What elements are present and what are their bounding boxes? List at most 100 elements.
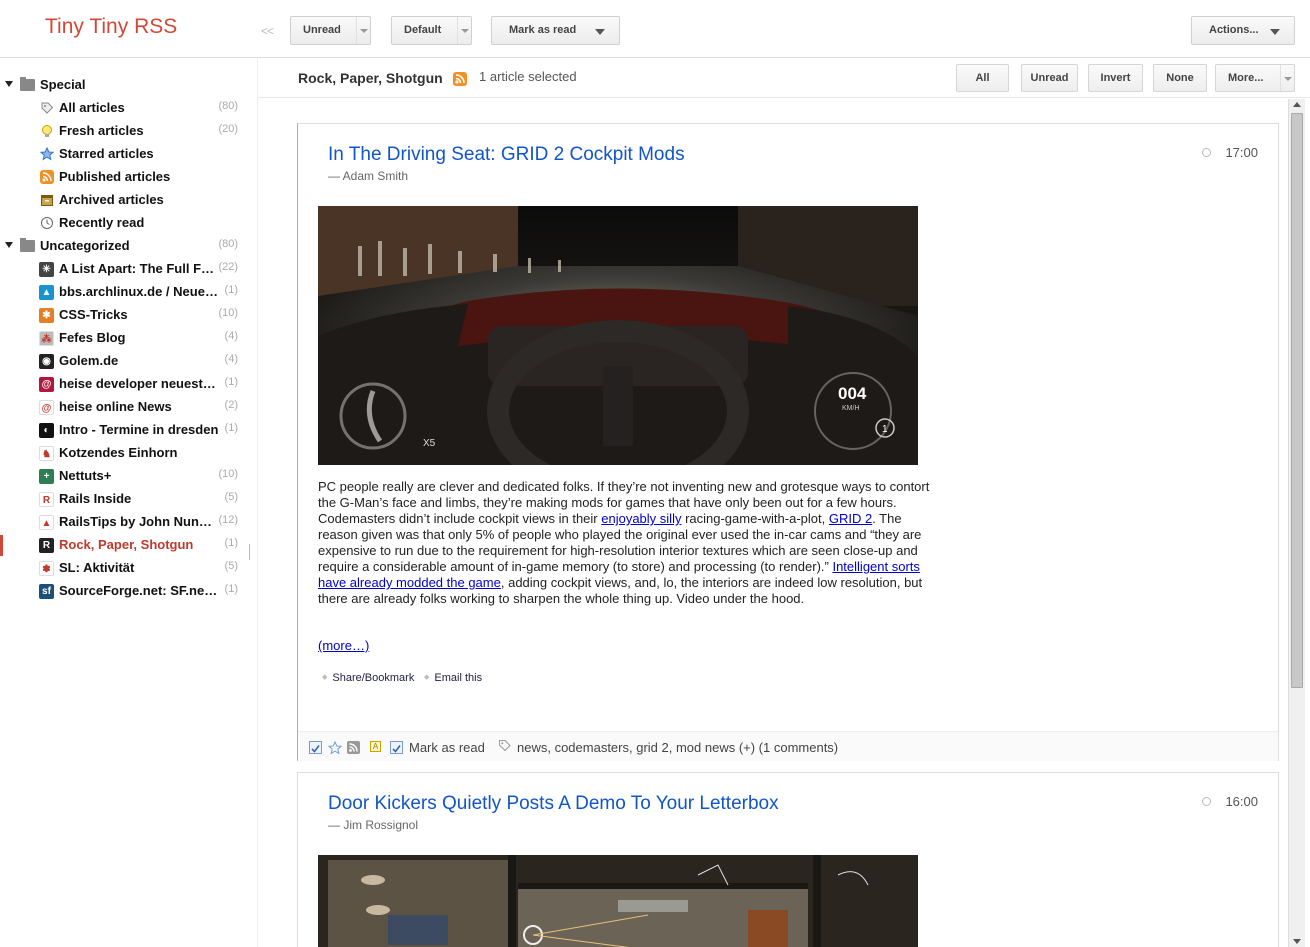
- header: Tiny Tiny RSS << Unread Default Mark as …: [0, 0, 1310, 58]
- category-uncategorized[interactable]: Uncategorized (80): [0, 235, 258, 258]
- more-label: More...: [1228, 72, 1264, 84]
- more-actions-button[interactable]: More...: [1215, 64, 1295, 92]
- read-more-link[interactable]: (more…): [318, 638, 369, 653]
- score-icon[interactable]: A: [370, 741, 381, 752]
- expand-icon[interactable]: [5, 81, 13, 87]
- feed-favicon-icon: @: [39, 377, 54, 392]
- view-mode-dropdown[interactable]: Unread: [290, 16, 371, 45]
- feed-label: heise developer neueste Meldungen: [59, 376, 219, 391]
- unread-count: (4): [224, 353, 238, 365]
- unread-count: (10): [218, 468, 238, 480]
- feed-item[interactable]: ✽ SL: Aktivität (5): [0, 557, 258, 580]
- special-feed-item[interactable]: Recently read: [0, 212, 258, 235]
- unread-count: (10): [218, 307, 238, 319]
- feed-item[interactable]: @ heise online News (2): [0, 396, 258, 419]
- special-feed-item[interactable]: Published articles: [0, 166, 258, 189]
- article-link[interactable]: enjoyably silly: [601, 511, 681, 526]
- content-scrollbar[interactable]: [1288, 99, 1305, 947]
- scrollbar-thumb[interactable]: [1291, 113, 1303, 688]
- special-feed-item[interactable]: Archived articles: [0, 189, 258, 212]
- chevron-down-icon: [1280, 65, 1294, 91]
- collapse-sidebar-button[interactable]: <<: [261, 24, 274, 38]
- actions-dropdown[interactable]: Actions...: [1191, 16, 1295, 45]
- feed-item[interactable]: ▲ bbs.archlinux.de / Neue Beiträge (1): [0, 281, 258, 304]
- feed-label: Kotzendes Einhorn: [59, 445, 178, 460]
- article-title[interactable]: In The Driving Seat: GRID 2 Cockpit Mods: [328, 144, 685, 166]
- feed-item[interactable]: ♞ Kotzendes Einhorn: [0, 442, 258, 465]
- feed-item[interactable]: ◉ Golem.de (4): [0, 350, 258, 373]
- feed-favicon-icon: R: [39, 492, 54, 507]
- select-checkbox[interactable]: [309, 741, 322, 754]
- article-author: — Adam Smith: [328, 169, 409, 183]
- publish-icon[interactable]: [347, 741, 360, 754]
- scroll-up-icon[interactable]: [1293, 102, 1301, 107]
- unread-indicator-icon[interactable]: [1202, 148, 1211, 157]
- feed-favicon-icon: ♞: [39, 446, 54, 461]
- article-link[interactable]: GRID 2: [829, 511, 872, 526]
- feed-favicon-icon: @: [39, 400, 54, 415]
- expand-icon[interactable]: [5, 242, 13, 248]
- mark-as-read-dropdown[interactable]: Mark as read: [491, 16, 620, 45]
- order-dropdown[interactable]: Default: [391, 16, 472, 45]
- feed-favicon-icon: ▲: [39, 515, 54, 530]
- article-footer: A Mark as read news, codemasters, grid 2…: [298, 731, 1278, 761]
- feed-label: heise online News: [59, 399, 172, 414]
- article-title[interactable]: Door Kickers Quietly Posts A Demo To You…: [328, 793, 779, 815]
- app-title[interactable]: Tiny Tiny RSS: [45, 15, 177, 39]
- star-icon[interactable]: [327, 740, 343, 755]
- article-tags[interactable]: news, codemasters, grid 2, mod news (+) …: [517, 740, 838, 755]
- article-body: PC people really are clever and dedicate…: [318, 479, 930, 607]
- clock-icon: [39, 216, 54, 231]
- select-all-button[interactable]: All: [956, 64, 1009, 92]
- feed-favicon-icon: sf: [39, 584, 54, 599]
- unread-count: (80): [218, 100, 238, 112]
- feed-item[interactable]: ✱ CSS-Tricks (10): [0, 304, 258, 327]
- feed-item[interactable]: ⁂ Fefes Blog (4): [0, 327, 258, 350]
- unread-count: (1): [224, 422, 238, 434]
- feed-item[interactable]: ✳ A List Apart: The Full Feed (22): [0, 258, 258, 281]
- sidebar-resize-handle[interactable]: [249, 544, 250, 560]
- email-this-link[interactable]: Email this: [424, 672, 482, 684]
- unread-count: (5): [224, 491, 238, 503]
- article-card[interactable]: In The Driving Seat: GRID 2 Cockpit Mods…: [297, 123, 1279, 761]
- mark-as-read-checkbox[interactable]: [390, 741, 403, 754]
- folder-icon: [20, 77, 35, 91]
- feed-favicon-icon: ✱: [39, 308, 54, 323]
- unread-count: (1): [224, 583, 238, 595]
- unread-indicator-icon[interactable]: [1202, 797, 1211, 806]
- feed-item[interactable]: R Rails Inside (5): [0, 488, 258, 511]
- select-unread-button[interactable]: Unread: [1021, 64, 1078, 92]
- feed-label: Starred articles: [59, 146, 154, 161]
- category-special[interactable]: Special: [0, 74, 258, 97]
- invert-selection-button[interactable]: Invert: [1088, 64, 1143, 92]
- rss-icon[interactable]: [453, 72, 467, 86]
- feed-label: bbs.archlinux.de / Neue Beiträge: [59, 284, 219, 299]
- feed-item[interactable]: @ heise developer neueste Meldungen (1): [0, 373, 258, 396]
- article-time: 17:00: [1225, 145, 1258, 160]
- unread-count: (1): [224, 284, 238, 296]
- hud-gear: 1: [882, 424, 888, 435]
- feed-item[interactable]: sf SourceForge.net: SF.net Project News (1…: [0, 580, 258, 603]
- feed-label: SL: Aktivität: [59, 560, 135, 575]
- select-none-button[interactable]: None: [1153, 64, 1207, 92]
- feed-item[interactable]: ◐ Intro - Termine in dresden (1): [0, 419, 258, 442]
- special-feed-item[interactable]: Starred articles: [0, 143, 258, 166]
- mark-as-read-label[interactable]: Mark as read: [409, 740, 485, 755]
- feed-item[interactable]: R Rock, Paper, Shotgun (1): [0, 534, 258, 557]
- hud-multiplier: X5: [423, 438, 436, 449]
- tag-icon: [498, 739, 511, 752]
- feed-favicon-icon: ◉: [39, 354, 54, 369]
- scroll-down-icon[interactable]: [1293, 939, 1301, 944]
- share-bookmark-link[interactable]: Share/Bookmark: [322, 672, 414, 684]
- feed-item[interactable]: ▲ RailsTips by John Nunemaker(12): [0, 511, 258, 534]
- special-feed-item[interactable]: All articles (80): [0, 97, 258, 120]
- special-feed-item[interactable]: Fresh articles (20): [0, 120, 258, 143]
- feed-item[interactable]: + Nettuts+ (10): [0, 465, 258, 488]
- feed-favicon-icon: ◐: [39, 423, 54, 438]
- headlines-toolbar: Rock, Paper, Shotgun 1 article selected …: [258, 59, 1310, 98]
- article-image: [318, 855, 918, 947]
- article-card[interactable]: Door Kickers Quietly Posts A Demo To You…: [297, 772, 1279, 947]
- hud-speed: 004: [838, 384, 867, 403]
- hud-speed-unit: KM/H: [842, 405, 860, 412]
- article-author: — Jim Rossignol: [328, 818, 419, 832]
